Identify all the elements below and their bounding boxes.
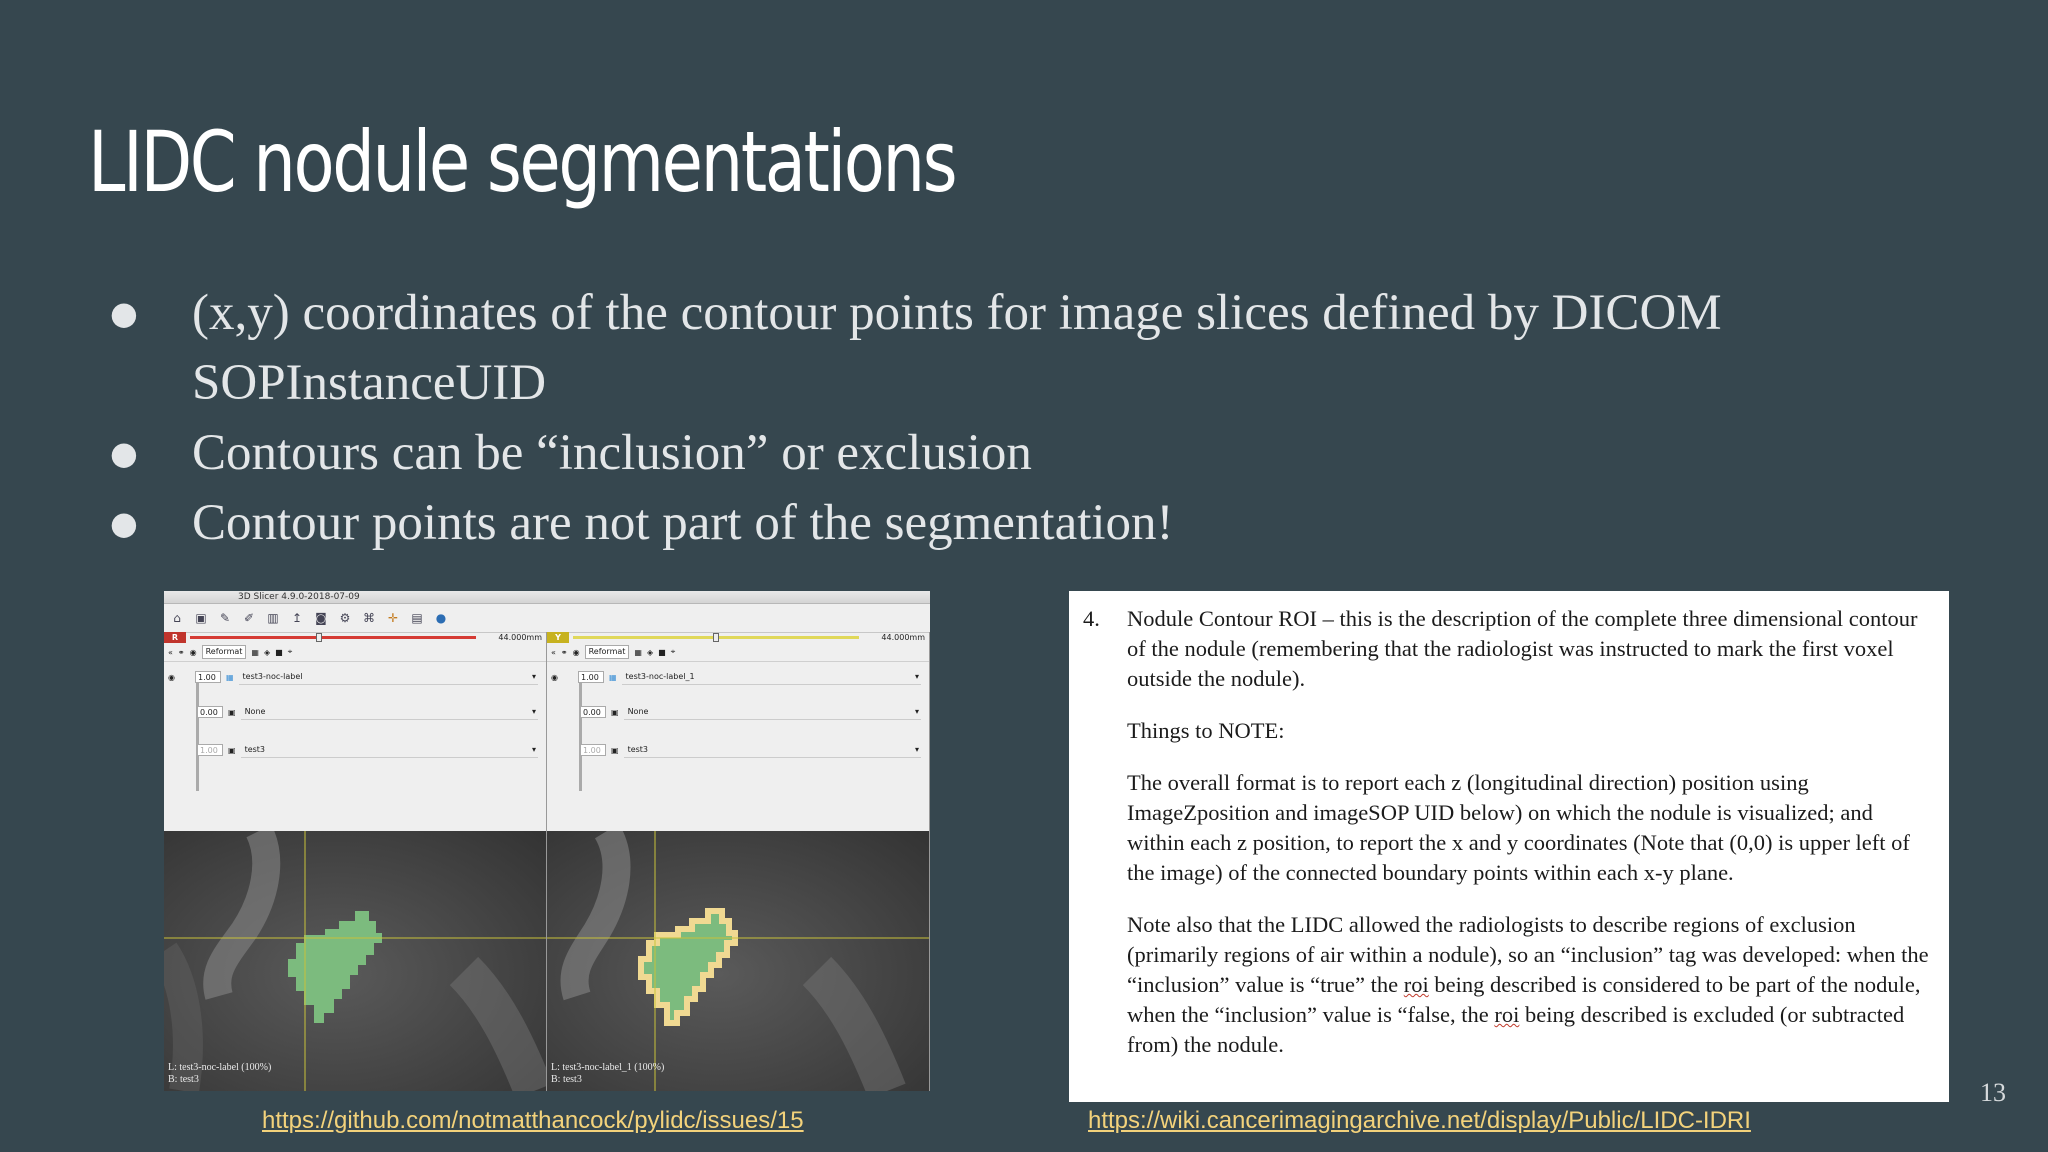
pylidc-issue-link[interactable]: https://github.com/notmatthancock/pylidc…	[262, 1107, 804, 1135]
cube-icon[interactable]: ■	[275, 648, 283, 657]
slice-controls: « ⚭ ◉ Reformat ▦ ◈ ■ ⌖	[547, 643, 929, 662]
lidc-wiki-link[interactable]: https://wiki.cancerimagingarchive.net/di…	[1088, 1107, 1751, 1135]
pin-icon[interactable]: «	[168, 648, 173, 657]
opacity-slider[interactable]	[196, 676, 199, 791]
markup-icon[interactable]: ✐	[240, 609, 258, 627]
foreground-opacity-input[interactable]: 0.00	[197, 706, 223, 718]
mouse-mode-icon[interactable]: ↥	[288, 609, 306, 627]
bullet-item: Contours can be “inclusion” or exclusion	[110, 418, 1990, 488]
slice-image-left[interactable]: L: test3-noc-label (100%) B: test3	[164, 831, 546, 1091]
orientation-label: Y	[547, 632, 569, 643]
slicer-window-title: 3D Slicer 4.9.0-2018-07-09	[164, 591, 930, 604]
background-layer-row: 1.00 ▣ test3	[547, 735, 929, 765]
caption-background-layer: B: test3	[168, 1074, 199, 1085]
eye-icon[interactable]: ◉	[573, 648, 580, 657]
background-opacity-input[interactable]: 1.00	[580, 744, 606, 756]
label-layer-select[interactable]: test3-noc-label_1	[621, 670, 921, 685]
slice-offset-value: 44.000mm	[498, 633, 542, 642]
layer-controls: ◉ 1.00 ▦ test3-noc-label 0.00 ▣ None 1.0…	[164, 662, 546, 791]
slice-image-right[interactable]: L: test3-noc-label_1 (100%) B: test3	[547, 831, 929, 1091]
grid-icon[interactable]: ▦	[251, 648, 259, 657]
link-icon[interactable]: ⚭	[178, 648, 185, 657]
doc-item-number: 4.	[1083, 606, 1100, 631]
slide-title: LIDC nodule segmentations	[88, 113, 958, 211]
grid-icon[interactable]: ▦	[634, 648, 642, 657]
doc-heading: Nodule Contour ROI – this is the descrip…	[1127, 606, 1918, 691]
layer-icon: ▣	[228, 707, 236, 717]
foreground-layer-select[interactable]: None	[623, 705, 921, 720]
extensions-icon[interactable]: ⚙	[336, 609, 354, 627]
doc-things-label: Things to NOTE:	[1127, 718, 1285, 743]
slice-offset-value: 44.000mm	[881, 633, 925, 642]
foreground-layer-row: 0.00 ▣ None	[547, 697, 929, 727]
label-opacity-input[interactable]: 1.00	[194, 671, 221, 683]
label-layer-row: ◉ 1.00 ▦ test3-noc-label_1	[547, 662, 929, 692]
reformat-select[interactable]: Reformat	[584, 645, 630, 659]
layer-icon: ▣	[611, 745, 619, 755]
slicer-toolbar: ⌂ ▣ ✎ ✐ ▥ ↥ ◙ ⚙ ⌘ ✛ ▤ ●	[164, 604, 930, 633]
background-layer-row: 1.00 ▣ test3	[164, 735, 546, 765]
layout-icon[interactable]: ▥	[264, 609, 282, 627]
link-icon[interactable]: ⚭	[561, 648, 568, 657]
doc-roi-term: roi	[1494, 1002, 1520, 1027]
background-layer-select[interactable]: test3	[623, 743, 921, 758]
label-outline-icon[interactable]: ◈	[647, 648, 653, 657]
slice-controls: « ⚭ ◉ Reformat ▦ ◈ ■ ⌖	[164, 643, 546, 662]
caption-background-layer: B: test3	[551, 1074, 582, 1085]
slice-view-right: Y 44.000mm « ⚭ ◉ Reformat ▦ ◈ ■ ⌖ ◉ 1.00…	[547, 632, 930, 1091]
edit-icon[interactable]: ✎	[216, 609, 234, 627]
layer-controls: ◉ 1.00 ▦ test3-noc-label_1 0.00 ▣ None 1…	[547, 662, 929, 791]
pin-icon[interactable]: «	[551, 648, 556, 657]
slice-offset-slider[interactable]: R 44.000mm	[164, 632, 546, 643]
slicer-screenshot: 3D Slicer 4.9.0-2018-07-09 ⌂ ▣ ✎ ✐ ▥ ↥ ◙…	[164, 591, 930, 1091]
foreground-layer-select[interactable]: None	[240, 705, 538, 720]
home-icon[interactable]: ⌂	[168, 609, 186, 627]
caption-label-layer: L: test3-noc-label_1 (100%)	[551, 1062, 665, 1073]
layer-icon: ▦	[225, 672, 234, 682]
doc-paragraph-inclusion: Note also that the LIDC allowed the radi…	[1127, 910, 1933, 1060]
eye-icon[interactable]: ◉	[168, 673, 175, 682]
foreground-opacity-input[interactable]: 0.00	[580, 706, 606, 718]
background-layer-select[interactable]: test3	[240, 743, 538, 758]
layer-icon: ▣	[228, 745, 236, 755]
page-number: 13	[1980, 1078, 2006, 1107]
caption-label-layer: L: test3-noc-label (100%)	[168, 1062, 272, 1073]
data-icon[interactable]: ▣	[192, 609, 210, 627]
label-layer-select[interactable]: test3-noc-label	[238, 670, 538, 685]
label-outline-icon[interactable]: ◈	[264, 648, 270, 657]
eye-icon[interactable]: ◉	[190, 648, 197, 657]
crosshair-icon[interactable]: ✛	[384, 609, 402, 627]
reformat-select[interactable]: Reformat	[201, 645, 247, 659]
bullet-list: (x,y) coordinates of the contour points …	[110, 278, 1990, 558]
bullet-item: (x,y) coordinates of the contour points …	[110, 278, 1990, 418]
layer-icon: ▣	[611, 707, 619, 717]
scene-icon[interactable]: ⌘	[360, 609, 378, 627]
bullet-item: Contour points are not part of the segme…	[110, 488, 1990, 558]
console-icon[interactable]: ▤	[408, 609, 426, 627]
fit-icon[interactable]: ⌖	[671, 647, 676, 657]
slider-handle[interactable]	[713, 633, 719, 642]
slice-view-left: R 44.000mm « ⚭ ◉ Reformat ▦ ◈ ■ ⌖ ◉ 1.00…	[164, 632, 547, 1091]
doc-paragraph-format: The overall format is to report each z (…	[1127, 770, 1910, 885]
layer-icon: ▦	[608, 672, 617, 682]
view-caption: L: test3-noc-label (100%) B: test3	[168, 1062, 271, 1086]
python-icon[interactable]: ●	[432, 609, 450, 627]
lidc-doc-excerpt: 4. Nodule Contour ROI – this is the desc…	[1069, 591, 1949, 1102]
view-caption: L: test3-noc-label_1 (100%) B: test3	[551, 1062, 664, 1086]
slice-offset-slider[interactable]: Y 44.000mm	[547, 632, 929, 643]
cube-icon[interactable]: ■	[658, 648, 666, 657]
foreground-layer-row: 0.00 ▣ None	[164, 697, 546, 727]
background-opacity-input[interactable]: 1.00	[197, 744, 223, 756]
opacity-slider[interactable]	[579, 676, 582, 791]
label-opacity-input[interactable]: 1.00	[577, 671, 604, 683]
label-layer-row: ◉ 1.00 ▦ test3-noc-label	[164, 662, 546, 692]
eye-icon[interactable]: ◉	[551, 673, 558, 682]
slider-handle[interactable]	[316, 633, 322, 642]
screenshot-icon[interactable]: ◙	[312, 609, 330, 627]
doc-item: 4. Nodule Contour ROI – this is the desc…	[1083, 604, 1933, 1082]
doc-roi-term: roi	[1403, 972, 1429, 997]
fit-icon[interactable]: ⌖	[288, 647, 293, 657]
orientation-label: R	[164, 632, 186, 643]
